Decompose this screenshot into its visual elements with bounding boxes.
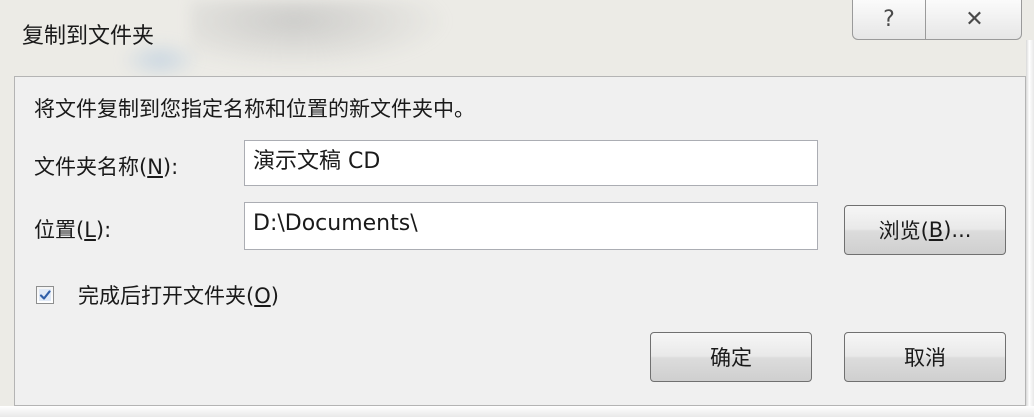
folder-name-accel-key: N [147, 155, 163, 179]
folder-name-label-suffix: ): [162, 155, 179, 179]
browse-button-suffix: )... [943, 218, 972, 242]
ok-button[interactable]: 确定 [650, 332, 812, 382]
cancel-button[interactable]: 取消 [844, 332, 1006, 382]
window-frame-right [1026, 40, 1034, 417]
browse-button[interactable]: 浏览(B)... [844, 205, 1006, 255]
open-after-label-text: 完成后打开文件夹( [78, 284, 255, 308]
background-blur [190, 0, 450, 70]
close-icon: ✕ [965, 7, 983, 32]
open-after-label-suffix: ) [270, 284, 279, 308]
browse-button-text: 浏览( [878, 219, 929, 243]
close-button[interactable]: ✕ [926, 0, 1022, 40]
help-icon: ? [883, 7, 895, 32]
folder-name-label-text: 文件夹名称( [34, 155, 148, 179]
folder-name-label: 文件夹名称(N): [34, 151, 178, 181]
folder-name-input[interactable]: 演示文稿 CD [244, 140, 818, 186]
window-frame-bottom [0, 406, 1034, 417]
dialog-title: 复制到文件夹 [22, 24, 155, 49]
dialog-description: 将文件复制到您指定名称和位置的新文件夹中。 [34, 97, 475, 121]
location-label-text: 位置( [34, 218, 85, 242]
help-button[interactable]: ? [852, 0, 926, 40]
browse-accel-key: B [928, 218, 944, 242]
caption-buttons: ? ✕ [852, 0, 1022, 40]
location-label-suffix: ): [95, 218, 112, 242]
open-after-accel-key: O [254, 284, 271, 308]
open-after-checkbox[interactable] [36, 286, 54, 304]
location-input[interactable]: D:\Documents\ [244, 202, 818, 250]
location-accel-key: L [84, 218, 96, 242]
location-label: 位置(L): [34, 214, 111, 244]
checkmark-icon [39, 289, 51, 301]
open-after-label[interactable]: 完成后打开文件夹(O) [78, 280, 279, 310]
